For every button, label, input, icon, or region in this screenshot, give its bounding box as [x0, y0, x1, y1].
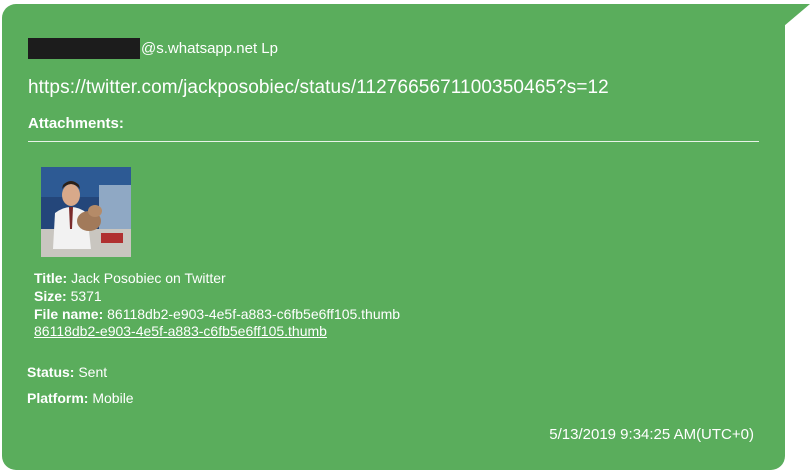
- file-name-value: 86118db2-e903-4e5f-a883-c6fb5e6ff105.thu…: [107, 306, 401, 322]
- attachments-label: Attachments:: [28, 115, 124, 132]
- status-label: Status:: [27, 364, 75, 380]
- status-value: Sent: [78, 364, 108, 380]
- platform-value: Mobile: [92, 390, 134, 406]
- attachment-title: Title: Jack Posobiec on Twitter: [34, 270, 226, 286]
- file-name-label: File name:: [34, 306, 104, 322]
- redacted-sender-id: [28, 37, 140, 59]
- size-value: 5371: [70, 288, 102, 304]
- message-bubble-tail: [784, 4, 810, 26]
- status-row: Status: Sent: [27, 364, 107, 380]
- attachments-divider: [28, 141, 759, 142]
- platform-label: Platform:: [27, 390, 89, 406]
- message-url[interactable]: https://twitter.com/jackposobiec/status/…: [28, 77, 609, 99]
- attachment-file-link[interactable]: 86118db2-e903-4e5f-a883-c6fb5e6ff105.thu…: [34, 323, 327, 339]
- sender-row: @s.whatsapp.net Lp: [28, 37, 278, 59]
- attachment-size: Size: 5371: [34, 288, 102, 304]
- title-value: Jack Posobiec on Twitter: [71, 270, 226, 286]
- size-label: Size:: [34, 288, 67, 304]
- platform-row: Platform: Mobile: [27, 390, 134, 406]
- sender-suffix: @s.whatsapp.net Lp: [141, 39, 278, 57]
- thumbnail-image: [41, 167, 131, 257]
- title-label: Title:: [34, 270, 68, 286]
- attachment-file-name: File name: 86118db2-e903-4e5f-a883-c6fb5…: [34, 306, 400, 322]
- message-timestamp: 5/13/2019 9:34:25 AM(UTC+0): [549, 426, 754, 443]
- attachment-thumbnail[interactable]: [41, 167, 131, 257]
